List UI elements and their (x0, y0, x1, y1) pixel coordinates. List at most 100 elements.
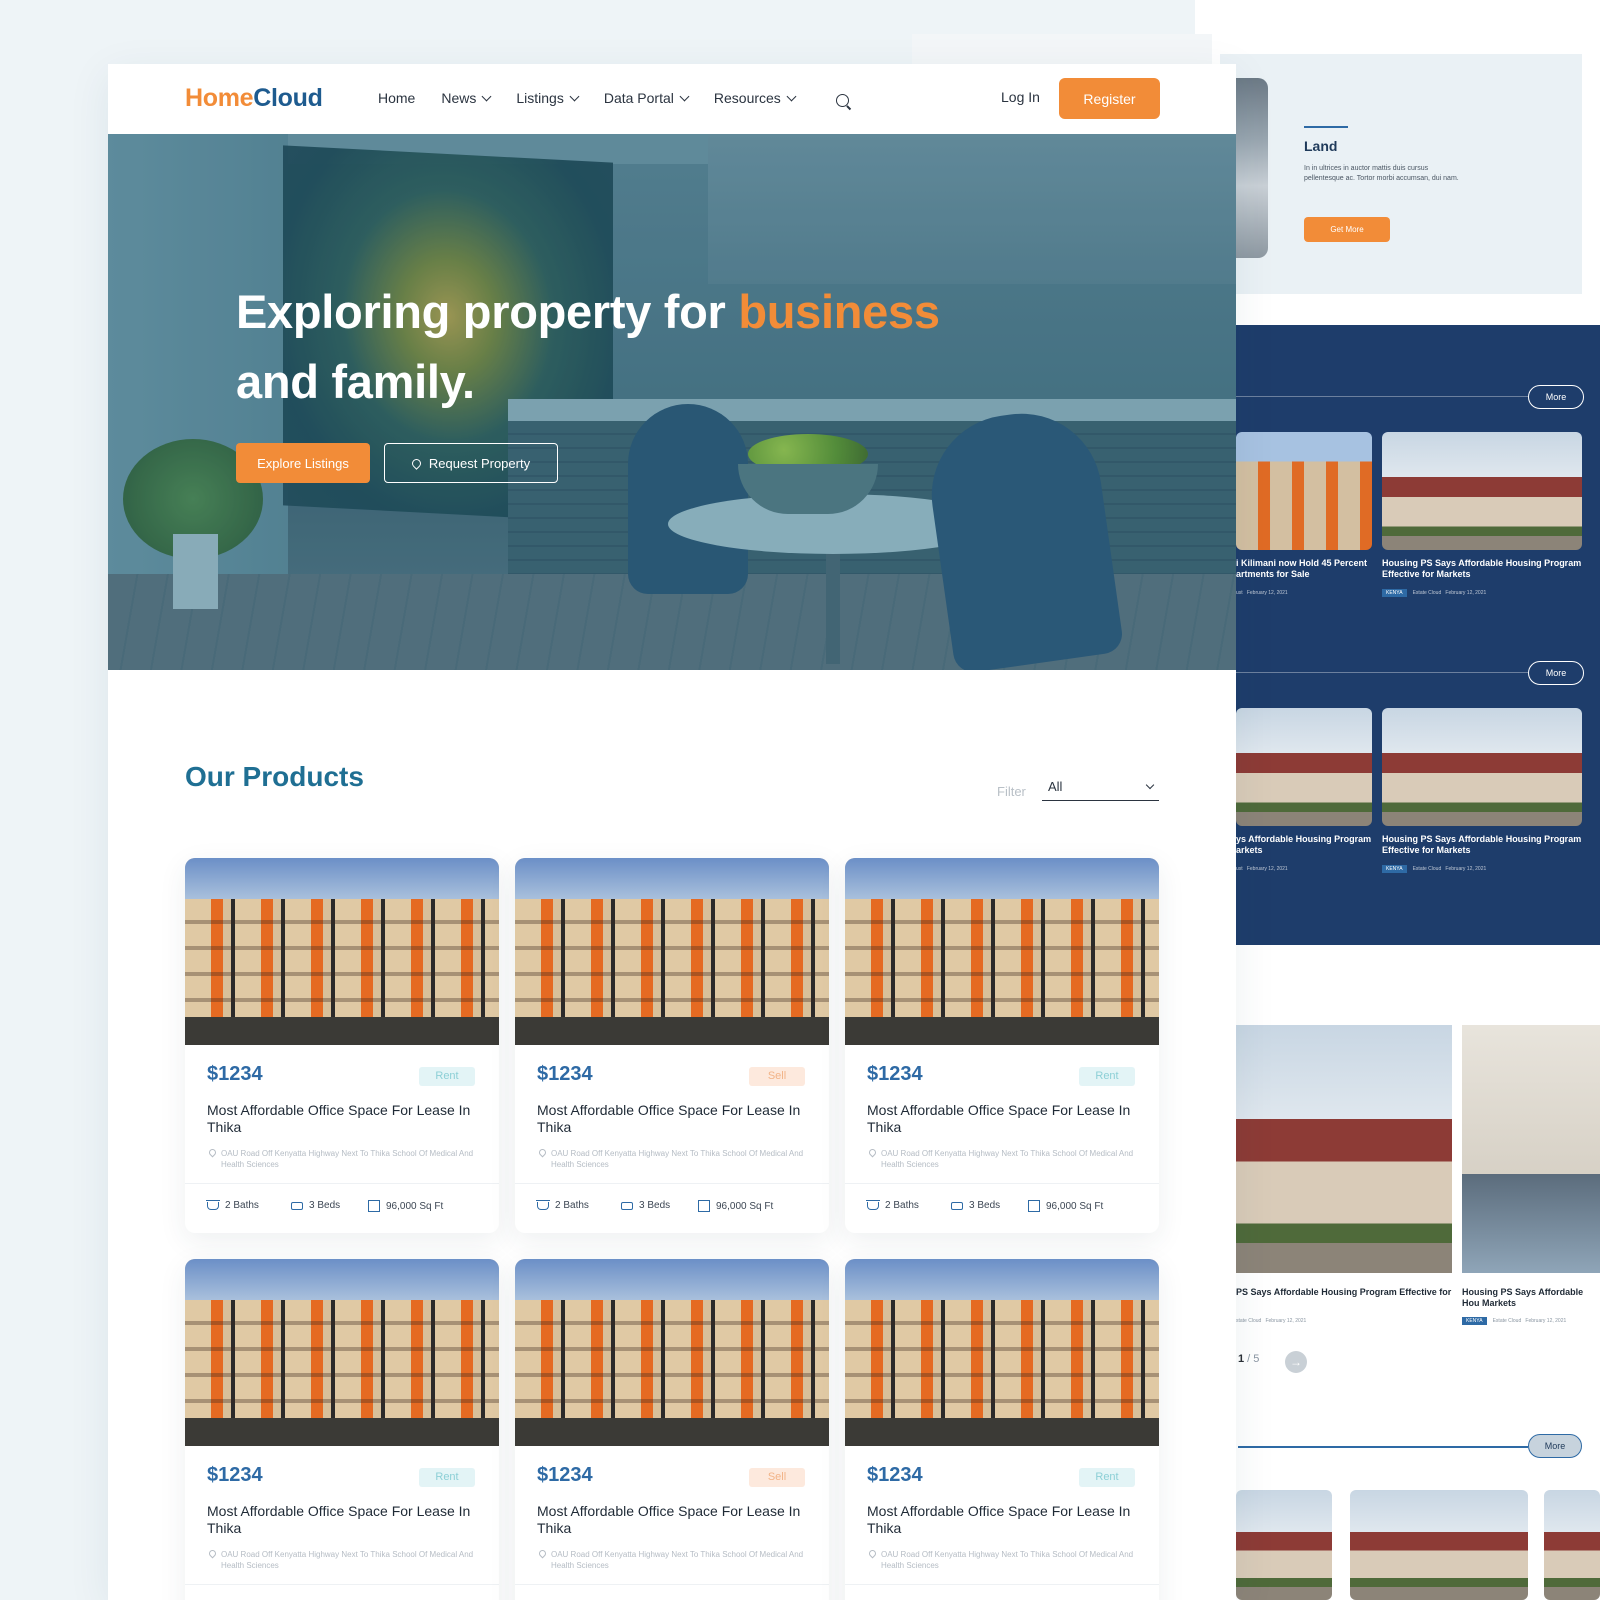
news-tag: KENYA (1462, 1317, 1487, 1325)
product-card[interactable]: $1234 Rent Most Affordable Office Space … (185, 858, 499, 1233)
news-date: February 12, 2021 (1246, 590, 1288, 596)
news-meta: ust February 12, 2021 (1236, 590, 1288, 596)
news-image[interactable] (1350, 1490, 1528, 1600)
news-source: Estate Cloud (1492, 1318, 1522, 1324)
register-button[interactable]: Register (1059, 78, 1160, 119)
status-badge: Rent (1079, 1468, 1135, 1487)
news-image[interactable] (1462, 1025, 1600, 1273)
hero-title-part2: and family. (236, 355, 475, 408)
news-source: ust (1236, 866, 1243, 872)
nav-news[interactable]: News (441, 90, 492, 106)
news-source: state Cloud (1236, 1318, 1262, 1324)
bed-icon (621, 1201, 633, 1210)
nav-label: News (441, 90, 477, 106)
news-source: Estate Cloud (1412, 866, 1442, 872)
location-pin-icon (410, 456, 423, 470)
search-icon[interactable] (836, 94, 849, 107)
card-title: Most Affordable Office Space For Lease I… (867, 1503, 1131, 1536)
area-text: 96,000 Sq Ft (386, 1200, 444, 1212)
news-caption[interactable]: i Kilimani now Hold 45 Percent artments … (1236, 558, 1376, 580)
product-card[interactable]: $1234 Rent Most Affordable Office Space … (845, 858, 1159, 1233)
location-pin-icon (537, 1147, 548, 1158)
hero-banner: Exploring property for business and fami… (108, 134, 1236, 670)
news-meta: state Cloud February 12, 2021 (1236, 1318, 1306, 1324)
property-image (845, 1259, 1159, 1446)
request-property-button[interactable]: Request Property (384, 443, 558, 483)
news-image[interactable] (1236, 1025, 1452, 1273)
hero-title-part1: Exploring property for (236, 285, 739, 338)
area-icon (368, 1200, 380, 1212)
bathtub-icon (536, 1199, 550, 1210)
news-divider (1236, 672, 1528, 673)
address-text: OAU Road Off Kenyatta Highway Next To Th… (551, 1149, 804, 1169)
more-button[interactable]: More (1528, 661, 1584, 685)
status-badge: Rent (419, 1468, 475, 1487)
chevron-down-icon (569, 91, 580, 101)
feature-area: 96,000 Sq Ft (368, 1200, 443, 1212)
nav-resources[interactable]: Resources (714, 90, 797, 106)
location-pin-icon (207, 1147, 218, 1158)
news-image[interactable] (1236, 708, 1372, 826)
news-caption[interactable]: Housing PS Says Affordable Housing Progr… (1382, 558, 1582, 580)
property-image (185, 1259, 499, 1446)
filter-select[interactable]: All (1042, 776, 1159, 801)
news-image[interactable] (1382, 432, 1582, 550)
card-title: Most Affordable Office Space For Lease I… (537, 1102, 801, 1135)
more-button[interactable]: More (1528, 385, 1584, 409)
nav-data-portal[interactable]: Data Portal (603, 90, 690, 106)
news-caption[interactable]: PS Says Affordable Housing Program Effec… (1236, 1287, 1452, 1298)
nav-label: Data Portal (603, 90, 674, 106)
news-image[interactable] (1382, 708, 1582, 826)
nav-listings[interactable]: Listings (516, 90, 580, 106)
news-caption[interactable]: ys Affordable Housing Program arkets (1236, 834, 1376, 856)
get-more-button[interactable]: Get More (1304, 217, 1390, 242)
card-address: OAU Road Off Kenyatta Highway Next To Th… (537, 1548, 807, 1571)
news-image[interactable] (1236, 1490, 1332, 1600)
logo[interactable]: HomeCloud (185, 84, 323, 113)
login-link[interactable]: Log In (1001, 89, 1040, 105)
bed-icon (291, 1201, 303, 1210)
price: $1234 (867, 1464, 923, 1486)
news-date: February 12, 2021 (1265, 1318, 1307, 1324)
chevron-down-icon (786, 91, 797, 101)
nav-home[interactable]: Home (378, 90, 415, 106)
location-pin-icon (537, 1548, 548, 1559)
price: $1234 (207, 1063, 263, 1085)
card-address: OAU Road Off Kenyatta Highway Next To Th… (867, 1147, 1137, 1170)
status-badge: Sell (749, 1067, 805, 1086)
nav-label: Home (378, 90, 416, 106)
land-title: Land (1304, 138, 1338, 154)
location-pin-icon (867, 1548, 878, 1559)
hero-title: Exploring property for business and fami… (236, 277, 1056, 417)
address-text: OAU Road Off Kenyatta Highway Next To Th… (221, 1550, 474, 1570)
more-button[interactable]: More (1528, 1434, 1582, 1458)
feature-beds: 3 Beds (291, 1200, 340, 1211)
feature-beds: 3 Beds (951, 1200, 1000, 1211)
news-caption[interactable]: Housing PS Says Affordable Hou Markets (1462, 1287, 1600, 1309)
news-tag: KENYA (1382, 865, 1407, 873)
bathtub-icon (206, 1199, 220, 1210)
property-image (515, 858, 829, 1045)
nav-label: Listings (516, 90, 564, 106)
area-icon (698, 1200, 710, 1212)
divider (515, 1183, 829, 1184)
divider (185, 1183, 499, 1184)
news-caption[interactable]: Housing PS Says Affordable Housing Progr… (1382, 834, 1582, 856)
filter-value: All (1048, 779, 1063, 794)
next-arrow-icon[interactable]: → (1285, 1351, 1307, 1373)
news-divider (1236, 396, 1528, 397)
explore-listings-button[interactable]: Explore Listings (236, 443, 370, 483)
news-image[interactable] (1544, 1490, 1600, 1600)
beds-text: 3 Beds (639, 1200, 671, 1211)
address-text: OAU Road Off Kenyatta Highway Next To Th… (551, 1550, 804, 1570)
news-image[interactable] (1236, 432, 1372, 550)
news-meta: KENYA Estate Cloud February 12, 2021 (1382, 589, 1486, 597)
news-date: February 12, 2021 (1445, 590, 1487, 596)
request-property-label: Request Property (428, 455, 531, 471)
site-header: HomeCloud Home News Listings Data Portal… (108, 64, 1236, 134)
product-card[interactable]: $1234 Sell Most Affordable Office Space … (515, 1259, 829, 1600)
product-card[interactable]: $1234 Sell Most Affordable Office Space … (515, 858, 829, 1233)
product-card[interactable]: $1234 Rent Most Affordable Office Space … (185, 1259, 499, 1600)
news-date: February 12, 2021 (1525, 1318, 1567, 1324)
product-card[interactable]: $1234 Rent Most Affordable Office Space … (845, 1259, 1159, 1600)
